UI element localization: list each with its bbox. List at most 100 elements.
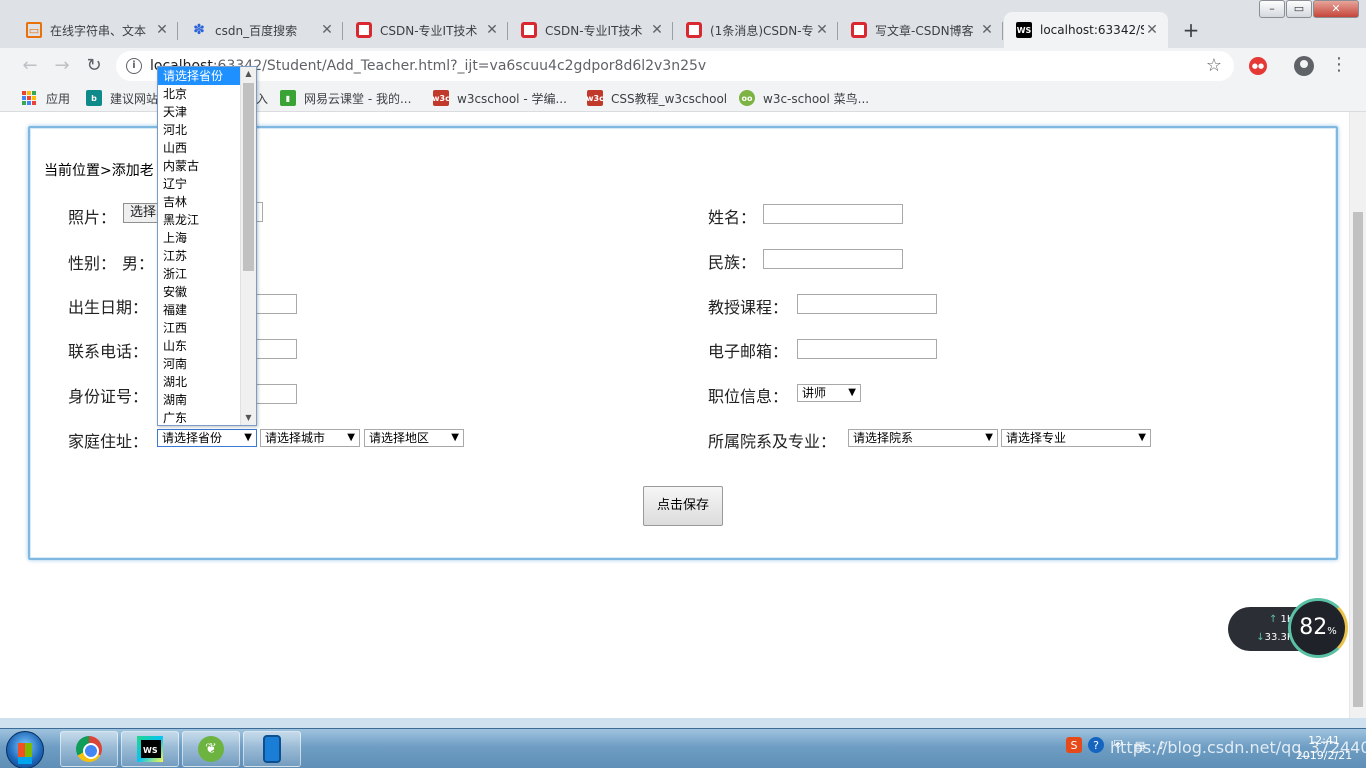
- tab-separator: [507, 22, 508, 40]
- scroll-up-arrow-icon[interactable]: ▲: [241, 67, 256, 81]
- close-tab-icon[interactable]: ✕: [979, 22, 995, 38]
- name-input[interactable]: [763, 204, 903, 224]
- close-tab-icon[interactable]: ✕: [484, 22, 500, 38]
- csdn-icon: C: [851, 22, 867, 38]
- chevron-down-icon: ▼: [848, 387, 856, 398]
- tab-separator: [1002, 22, 1003, 40]
- taskbar-spring[interactable]: ❦: [182, 731, 240, 767]
- bookmark-css-tutorial[interactable]: w3c CSS教程_w3cschool: [586, 88, 727, 108]
- close-tab-icon[interactable]: ✕: [319, 22, 335, 38]
- runoob-icon: oo: [739, 90, 755, 106]
- email-label: 电子邮箱：: [708, 342, 789, 361]
- info-icon[interactable]: i: [126, 58, 142, 74]
- email-input[interactable]: [797, 339, 937, 359]
- close-tab-icon[interactable]: ✕: [154, 22, 170, 38]
- bookmark-runoob[interactable]: oo w3c-school 菜鸟...: [739, 88, 869, 108]
- forward-arrow-icon[interactable]: →: [48, 52, 76, 80]
- webstorm-icon: [137, 736, 163, 762]
- dropdown-scrollbar[interactable]: ▲ ▼: [240, 67, 256, 425]
- gender-label: 性别：: [68, 254, 117, 273]
- bookmark-partial[interactable]: 入: [256, 88, 268, 108]
- bookmark-netease[interactable]: ▮ 网易云课堂 - 我的...: [280, 88, 411, 108]
- close-tab-icon[interactable]: ✕: [814, 22, 830, 38]
- close-tab-icon[interactable]: ✕: [1144, 22, 1160, 38]
- percent-sign: %: [1327, 626, 1337, 637]
- tab-strip: ▭ 在线字符串、文本 ✕ ✽ csdn_百度搜索 ✕ C CSDN-专业IT技术 ✕ C CSDN-…: [0, 0, 1366, 48]
- csdn-icon: C: [521, 22, 537, 38]
- tab-4[interactable]: C CSDN-专业IT技术 ✕: [509, 12, 673, 48]
- address-label: 家庭住址：: [68, 432, 149, 451]
- extension-icon[interactable]: ●●: [1249, 57, 1267, 75]
- help-icon[interactable]: ?: [1088, 737, 1104, 753]
- tab-separator: [342, 22, 343, 40]
- chevron-down-icon: ▼: [244, 432, 252, 443]
- w3c-icon: w3c: [586, 90, 604, 106]
- taskbar-webstorm[interactable]: [121, 731, 179, 767]
- profile-avatar-icon[interactable]: [1294, 56, 1314, 76]
- new-tab-button[interactable]: +: [1178, 18, 1204, 44]
- address-bar[interactable]: i localhost:63342/Student/Add_Teacher.ht…: [116, 51, 1234, 81]
- province-select[interactable]: 请选择省份 ▼: [157, 429, 257, 447]
- taskbar-chrome[interactable]: [60, 731, 118, 767]
- position-select[interactable]: 讲师 ▼: [797, 384, 861, 402]
- district-select[interactable]: 请选择地区 ▼: [364, 429, 464, 447]
- chevron-down-icon: ▼: [1138, 432, 1146, 443]
- tab-7[interactable]: WS localhost:63342/S ✕: [1004, 12, 1168, 48]
- taskbar-phone-app[interactable]: [243, 731, 301, 767]
- sogou-ime-icon[interactable]: S: [1066, 737, 1082, 753]
- tab-separator: [177, 22, 178, 40]
- bookmark-suggested-sites[interactable]: b 建议网站: [86, 88, 158, 108]
- menu-kebab-icon[interactable]: ⋮: [1330, 54, 1348, 76]
- province-select-value: 请选择省份: [162, 431, 223, 445]
- tab-title: csdn_百度搜索: [215, 23, 298, 38]
- province-dropdown-list[interactable]: 请选择省份 北京 天津 河北 山西 内蒙古 辽宁 吉林 黑龙江 上海 江苏 浙江 安徽 福建 江西 山东 河南湖…: [157, 66, 257, 426]
- watermark-text: https://blog.csdn.net/qq_37244082: [1110, 738, 1366, 757]
- tab-title: CSDN-专业IT技术: [545, 23, 643, 38]
- close-tab-icon[interactable]: ✕: [649, 22, 665, 38]
- start-button[interactable]: [6, 731, 44, 768]
- birth-label: 出生日期：: [68, 298, 149, 317]
- bookmark-apps[interactable]: 应用: [22, 88, 70, 108]
- chrome-icon: [76, 736, 102, 762]
- memory-gauge[interactable]: 82%: [1288, 598, 1348, 658]
- tab-3[interactable]: C CSDN-专业IT技术 ✕: [344, 12, 508, 48]
- dropdown-scroll-thumb[interactable]: [243, 83, 254, 271]
- course-input[interactable]: [797, 294, 937, 314]
- major-select-value: 请选择专业: [1006, 431, 1067, 445]
- tab-2[interactable]: ✽ csdn_百度搜索 ✕: [179, 12, 343, 48]
- position-label: 职位信息：: [708, 387, 789, 406]
- tab-6[interactable]: C 写文章-CSDN博客 ✕: [839, 12, 1003, 48]
- reload-icon[interactable]: ↻: [80, 52, 108, 80]
- minimize-button[interactable]: –: [1259, 0, 1285, 18]
- page-scrollbar[interactable]: [1349, 112, 1366, 718]
- close-window-button[interactable]: ✕: [1313, 0, 1359, 18]
- scroll-down-arrow-icon[interactable]: ▼: [241, 411, 256, 425]
- spring-leaf-icon: ❦: [198, 736, 224, 762]
- department-select-value: 请选择院系: [853, 431, 914, 445]
- csdn-icon: C: [686, 22, 702, 38]
- bookmark-w3cschool[interactable]: w3c w3cschool - 学编...: [432, 88, 567, 108]
- major-select[interactable]: 请选择专业 ▼: [1001, 429, 1151, 447]
- save-button[interactable]: 点击保存: [643, 486, 723, 526]
- ethnicity-input[interactable]: [763, 249, 903, 269]
- upload-arrow-icon: ↑: [1268, 614, 1281, 625]
- window-controls: – ▭ ✕: [1258, 0, 1359, 20]
- maximize-button[interactable]: ▭: [1286, 0, 1312, 18]
- baidu-paw-icon: ✽: [193, 22, 205, 38]
- city-select[interactable]: 请选择城市 ▼: [260, 429, 360, 447]
- book-icon: ▭: [26, 22, 42, 38]
- back-arrow-icon[interactable]: ←: [16, 52, 44, 80]
- phone-icon: [263, 735, 281, 763]
- department-select[interactable]: 请选择院系 ▼: [848, 429, 998, 447]
- ethnicity-label: 民族：: [708, 253, 757, 272]
- course-label: 教授课程：: [708, 298, 789, 317]
- chevron-down-icon: ▼: [347, 432, 355, 443]
- scrollbar-thumb[interactable]: [1353, 212, 1363, 707]
- tab-1[interactable]: ▭ 在线字符串、文本 ✕: [14, 12, 178, 48]
- tab-title: 写文章-CSDN博客: [875, 23, 974, 38]
- bookmark-label: 建议网站: [110, 91, 159, 106]
- bookmark-star-icon[interactable]: ☆: [1206, 55, 1222, 76]
- name-label: 姓名：: [708, 208, 757, 227]
- photo-label: 照片：: [68, 208, 117, 227]
- tab-5[interactable]: C (1条消息)CSDN-专✕: [674, 12, 838, 48]
